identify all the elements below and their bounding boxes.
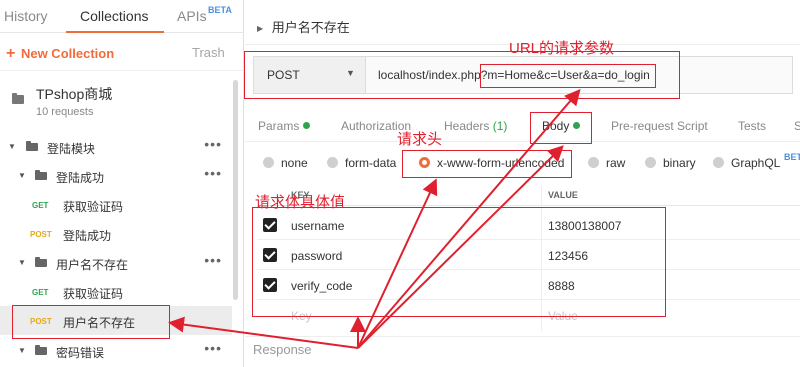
radio-label: GraphQL bbox=[731, 156, 781, 170]
folder-icon bbox=[35, 170, 47, 180]
request-title[interactable]: ▶ 用户名不存在 bbox=[257, 17, 350, 36]
more-options-icon[interactable]: ••• bbox=[204, 165, 222, 181]
annotation-url-params: URL的请求参数 bbox=[509, 40, 615, 57]
radio-label: raw bbox=[606, 156, 626, 170]
more-options-icon[interactable]: ••• bbox=[204, 340, 222, 356]
trash-link[interactable]: Trash bbox=[192, 45, 225, 60]
plus-icon: + bbox=[6, 45, 16, 62]
request-title-text: 用户名不存在 bbox=[271, 20, 350, 35]
request-label: 登陆成功 bbox=[63, 229, 112, 243]
folder-wrong-password[interactable]: ▼ 密码错误 ••• bbox=[0, 336, 232, 365]
folder-icon bbox=[26, 141, 38, 151]
method-badge: GET bbox=[32, 201, 49, 210]
folder-icon bbox=[35, 257, 47, 267]
radio-icon bbox=[645, 157, 656, 168]
tab-collections[interactable]: Collections bbox=[80, 8, 148, 24]
divider bbox=[0, 70, 244, 71]
tab-tests[interactable]: Tests bbox=[738, 119, 766, 133]
tab-headers[interactable]: Headers (1) bbox=[444, 119, 507, 133]
tab-params[interactable]: Params bbox=[258, 119, 311, 133]
request-get-captcha-2[interactable]: GET 获取验证码 bbox=[0, 277, 232, 306]
beta-badge: BETA bbox=[784, 152, 800, 162]
folder-user-not-exist[interactable]: ▼ 用户名不存在 ••• bbox=[0, 248, 232, 277]
body-tab-highlight bbox=[530, 112, 592, 144]
radio-graphql[interactable]: GraphQL bbox=[713, 156, 780, 170]
response-label: Response bbox=[253, 342, 312, 357]
folder-login-success[interactable]: ▼ 登陆成功 ••• bbox=[0, 161, 232, 190]
active-tab-indicator bbox=[66, 31, 164, 33]
radio-binary[interactable]: binary bbox=[645, 156, 696, 170]
status-dot-icon bbox=[303, 122, 311, 129]
selected-request-highlight bbox=[12, 305, 170, 339]
more-options-icon[interactable]: ••• bbox=[204, 136, 222, 152]
radio-icon bbox=[327, 157, 338, 168]
radio-label: form-data bbox=[345, 156, 397, 170]
request-get-captcha-1[interactable]: GET 获取验证码 bbox=[0, 190, 232, 219]
radio-label: binary bbox=[663, 156, 696, 170]
tab-apis[interactable]: APIs BETA bbox=[177, 5, 232, 24]
sidebar-scrollbar[interactable] bbox=[233, 80, 238, 300]
radio-icon bbox=[588, 157, 599, 168]
tab-settings[interactable]: S bbox=[794, 119, 800, 133]
radio-icon bbox=[713, 157, 724, 168]
collection-tpshop[interactable]: TPshop商城 10 requests bbox=[0, 78, 232, 128]
folder-icon bbox=[35, 345, 47, 355]
column-header-value: VALUE bbox=[548, 190, 578, 200]
request-label: 获取验证码 bbox=[63, 287, 124, 301]
caret-down-icon: ▼ bbox=[18, 258, 26, 267]
request-label: 获取验证码 bbox=[63, 200, 124, 214]
caret-down-icon: ▼ bbox=[18, 346, 26, 355]
tab-label: Headers bbox=[444, 119, 490, 133]
request-tabs: Params Authorization Headers (1) Body Pr… bbox=[245, 110, 800, 142]
radio-form-data[interactable]: form-data bbox=[327, 156, 396, 170]
folder-login-module[interactable]: ▼ 登陆模块 ••• bbox=[0, 132, 232, 161]
radio-label: none bbox=[281, 156, 308, 170]
radio-icon bbox=[263, 157, 274, 168]
headers-count: (1) bbox=[492, 119, 508, 133]
urlencoded-highlight bbox=[402, 150, 572, 178]
method-badge: GET bbox=[32, 288, 49, 297]
caret-down-icon: ▼ bbox=[18, 171, 26, 180]
annotation-body-values: 请求体具体值 bbox=[255, 194, 346, 211]
annotation-header: 请求头 bbox=[397, 131, 443, 148]
request-post-login-success[interactable]: POST 登陆成功 bbox=[0, 219, 232, 248]
collection-name: TPshop商城 bbox=[36, 86, 113, 102]
folder-label: 用户名不存在 bbox=[56, 258, 129, 272]
more-options-icon[interactable]: ••• bbox=[204, 252, 222, 268]
divider bbox=[245, 336, 800, 337]
caret-right-icon: ▶ bbox=[257, 24, 264, 33]
body-table-highlight bbox=[252, 207, 666, 317]
collection-count: 10 requests bbox=[36, 106, 94, 118]
method-badge: POST bbox=[30, 230, 52, 239]
caret-down-icon: ▼ bbox=[8, 142, 16, 151]
folder-label: 登陆模块 bbox=[47, 142, 96, 156]
new-collection-button[interactable]: + New Collection bbox=[6, 45, 114, 63]
beta-badge: BETA bbox=[208, 5, 232, 15]
tab-history[interactable]: History bbox=[4, 8, 48, 24]
new-collection-label: New Collection bbox=[20, 46, 115, 61]
radio-none[interactable]: none bbox=[263, 156, 308, 170]
radio-raw[interactable]: raw bbox=[588, 156, 625, 170]
tab-apis-label: APIs bbox=[177, 8, 207, 24]
sidebar-tabs: History Collections APIs BETA bbox=[0, 0, 244, 33]
folder-label: 密码错误 bbox=[56, 346, 105, 360]
tab-label: Params bbox=[258, 119, 300, 133]
url-bar-highlight bbox=[244, 51, 680, 99]
tab-pre-request-script[interactable]: Pre-request Script bbox=[611, 119, 708, 133]
folder-label: 登陆成功 bbox=[56, 171, 105, 185]
folder-icon bbox=[12, 93, 24, 104]
